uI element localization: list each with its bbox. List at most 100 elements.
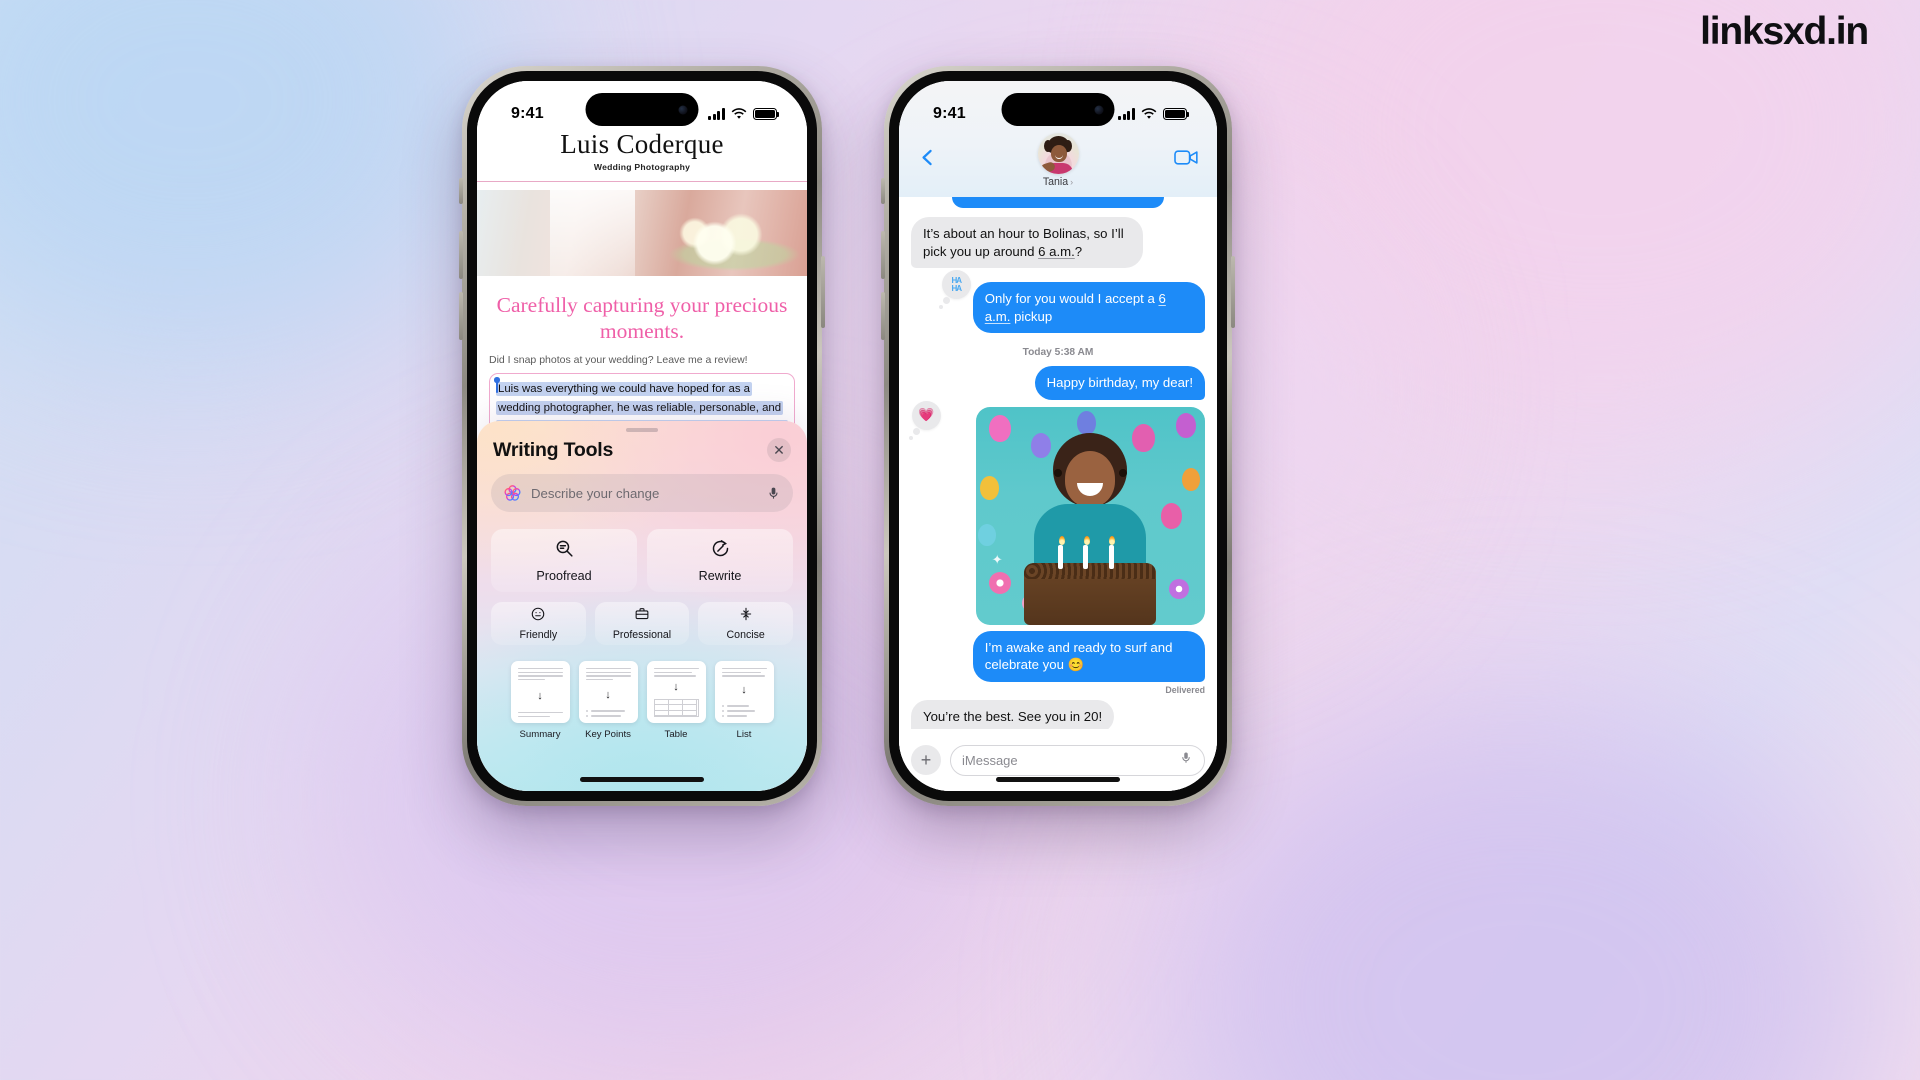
message-row: You’re the best. See you in 20!	[911, 699, 1205, 729]
partial-bubble-above	[952, 197, 1164, 208]
dynamic-island	[1001, 93, 1115, 126]
facetime-video-icon[interactable]	[1174, 149, 1199, 171]
document-key-points-icon: ↓	[578, 661, 638, 723]
messages-app: Tania › It’s about an hour to Bolinas, s…	[899, 81, 1217, 791]
proofread-label: Proofread	[536, 569, 592, 583]
silent-switch[interactable]	[459, 178, 463, 204]
wifi-icon	[731, 108, 747, 120]
friendly-button[interactable]: Friendly	[491, 602, 586, 645]
friendly-label: Friendly	[519, 629, 558, 641]
text-caret	[494, 377, 500, 394]
dynamic-island	[585, 93, 699, 126]
describe-change-input[interactable]: Describe your change	[491, 474, 793, 512]
list-button[interactable]: ↓ List	[714, 661, 774, 740]
contact-name: Tania ›	[1043, 176, 1073, 188]
delivered-status: Delivered	[1165, 684, 1205, 695]
wifi-icon	[1141, 108, 1157, 120]
concise-label: Concise	[726, 629, 765, 641]
imessage-placeholder: iMessage	[962, 752, 1018, 768]
back-chevron-icon[interactable]	[917, 147, 938, 173]
message-row: Happy birthday, my dear!	[911, 366, 1205, 400]
writing-tools-title: Writing Tools	[493, 438, 614, 461]
summary-label: Summary	[519, 729, 561, 740]
smiley-face-icon	[530, 606, 546, 627]
document-table-icon: ↓	[646, 661, 706, 723]
background-bloom	[0, 0, 500, 360]
volume-down-button[interactable]	[459, 292, 463, 340]
list-label: List	[736, 729, 752, 740]
key-points-label: Key Points	[585, 729, 631, 740]
message-row: HA HA Only for you would I accept a 6 a.m…	[911, 270, 1205, 334]
image-attachment[interactable]: ✦	[975, 406, 1205, 625]
tone-actions-row: Friendly Professional Concise	[491, 602, 794, 645]
thread-timestamp: Today 5:38 AM	[1022, 347, 1094, 359]
power-button[interactable]	[1231, 256, 1235, 328]
power-button[interactable]	[821, 256, 825, 328]
microphone-icon[interactable]	[766, 486, 781, 501]
phone-left: Luis Coderque Wedding Photography Carefu…	[459, 66, 825, 806]
home-indicator[interactable]	[580, 777, 704, 782]
table-button[interactable]: ↓ Table	[646, 661, 706, 740]
silent-switch[interactable]	[881, 178, 885, 204]
apple-intelligence-icon	[503, 484, 522, 503]
rewrite-button[interactable]: Rewrite	[647, 529, 793, 592]
contact-name-text: Tania	[1042, 176, 1069, 188]
watermark: linksxd.in	[1700, 10, 1869, 53]
message-row: 💗 ✦	[909, 400, 1205, 625]
status-time: 9:41	[511, 105, 544, 122]
rewrite-clock-icon	[710, 538, 731, 564]
phone-right: Tania › It’s about an hour to Bolinas, s…	[881, 66, 1235, 806]
document-summary-icon: ↓	[510, 661, 570, 723]
site-subtitle: Wedding Photography	[593, 162, 691, 172]
tapback-heart[interactable]: 💗	[909, 400, 941, 440]
message-bubble-incoming[interactable]: It’s about an hour to Bolinas, so I’ll p…	[911, 217, 1144, 269]
table-label: Table	[664, 729, 688, 740]
site-title: Luis Coderque	[560, 129, 724, 159]
close-button[interactable]: ✕	[767, 438, 791, 462]
message-bubble-outgoing[interactable]: I’m awake and ready to surf and celebrat…	[972, 630, 1205, 682]
phone-bezel: Tania › It’s about an hour to Bolinas, s…	[889, 71, 1227, 801]
document-actions-row: ↓ Summary ↓ Key Points ↓ Table ↓ List	[491, 661, 793, 740]
review-prompt: Did I snap photos at your wedding? Leave…	[489, 354, 748, 367]
battery-icon	[1163, 108, 1190, 120]
site-tagline: Carefully capturing your precious moment…	[496, 293, 788, 344]
battery-icon	[753, 108, 780, 120]
contact-button[interactable]: Tania ›	[1037, 133, 1079, 188]
plus-icon[interactable]: +	[911, 745, 941, 775]
left-screen: Luis Coderque Wedding Photography Carefu…	[477, 81, 807, 791]
proofread-button[interactable]: Proofread	[491, 529, 637, 592]
professional-button[interactable]: Professional	[594, 602, 690, 645]
volume-up-button[interactable]	[881, 231, 885, 279]
home-indicator[interactable]	[996, 777, 1120, 782]
microphone-icon[interactable]	[1179, 751, 1193, 770]
front-camera-icon	[1094, 105, 1104, 114]
volume-up-button[interactable]	[459, 231, 463, 279]
birthday-photo: ✦	[975, 406, 1205, 625]
tapback-haha[interactable]: HA HA	[938, 270, 971, 310]
magnifier-text-icon	[554, 538, 575, 564]
imessage-input[interactable]: iMessage	[950, 744, 1205, 776]
hero-photo	[477, 190, 807, 276]
professional-label: Professional	[612, 629, 672, 641]
describe-change-placeholder: Describe your change	[531, 485, 660, 501]
message-row: It’s about an hour to Bolinas, so I’ll p…	[911, 217, 1205, 269]
message-bubble-incoming[interactable]: You’re the best. See you in 20!	[911, 699, 1115, 729]
summary-button[interactable]: ↓ Summary	[510, 661, 570, 740]
right-screen: Tania › It’s about an hour to Bolinas, s…	[899, 81, 1217, 791]
background-bloom	[1160, 700, 1880, 1080]
message-thread[interactable]: It’s about an hour to Bolinas, so I’ll p…	[899, 197, 1217, 729]
writing-tools-sheet: Writing Tools ✕ Describe your change Pro…	[477, 421, 807, 791]
primary-actions-row: Proofread Rewrite	[491, 529, 793, 592]
compress-icon	[738, 606, 754, 627]
volume-down-button[interactable]	[881, 292, 885, 340]
status-icons	[1118, 108, 1190, 120]
message-bubble-outgoing[interactable]: Happy birthday, my dear!	[1034, 366, 1205, 400]
briefcase-icon	[634, 606, 650, 627]
message-bubble-outgoing[interactable]: Only for you would I accept a 6 a.m. pic…	[972, 282, 1205, 334]
chevron-right-icon: ›	[1070, 177, 1074, 187]
concise-button[interactable]: Concise	[698, 602, 794, 645]
status-icons	[708, 108, 780, 120]
key-points-button[interactable]: ↓ Key Points	[578, 661, 638, 740]
message-row: I’m awake and ready to surf and celebrat…	[911, 630, 1205, 682]
header-divider	[477, 181, 807, 182]
